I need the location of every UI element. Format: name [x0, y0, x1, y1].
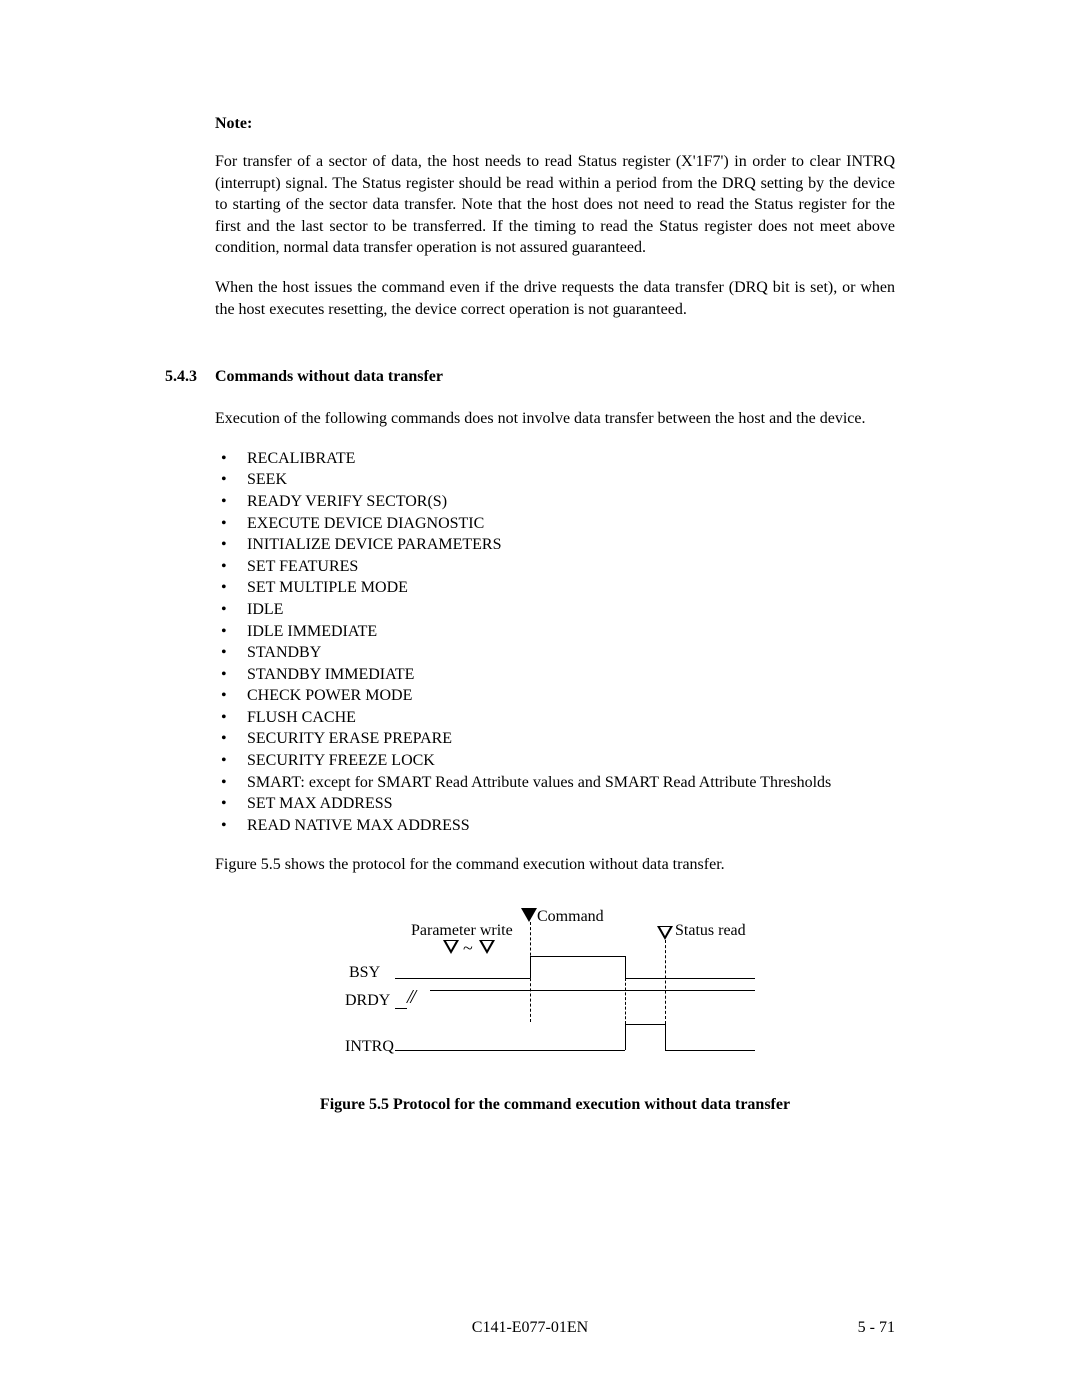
figure-caption: Figure 5.5 Protocol for the command exec… [215, 1096, 895, 1114]
dash-bsy-fall [625, 978, 626, 1024]
section-outro: Figure 5.5 shows the protocol for the co… [215, 854, 895, 876]
drdy-lead [395, 1008, 407, 1009]
list-item: FLUSH CACHE [215, 707, 895, 729]
dash-command [530, 922, 531, 1022]
list-item: INITIALIZE DEVICE PARAMETERS [215, 534, 895, 556]
label-intrq: INTRQ [345, 1038, 394, 1056]
section-number: 5.4.3 [165, 368, 215, 386]
list-item: CHECK POWER MODE [215, 685, 895, 707]
footer-page-number: 5 - 71 [858, 1319, 895, 1337]
bsy-high [530, 956, 625, 957]
section-intro: Execution of the following commands does… [215, 408, 895, 430]
note-paragraph-2: When the host issues the command even if… [215, 277, 895, 320]
list-item: READ NATIVE MAX ADDRESS [215, 815, 895, 837]
figure-area: Parameter write Command Status read ~ BS… [215, 908, 895, 1068]
note-heading: Note: [215, 115, 895, 133]
bsy-low2 [625, 978, 755, 979]
list-item: SECURITY ERASE PREPARE [215, 728, 895, 750]
bsy-fall [625, 956, 626, 978]
label-status-read: Status read [675, 922, 746, 940]
label-command: Command [537, 908, 604, 926]
command-list: RECALIBRATE SEEK READY VERIFY SECTOR(S) … [215, 448, 895, 837]
footer-doc-number: C141-E077-01EN [165, 1319, 895, 1337]
list-item: READY VERIFY SECTOR(S) [215, 491, 895, 513]
list-item: IDLE IMMEDIATE [215, 621, 895, 643]
label-parameter-write: Parameter write [411, 922, 513, 940]
triangle-param-right-icon [479, 940, 495, 954]
triangle-command-icon [521, 908, 537, 922]
list-item: SMART: except for SMART Read Attribute v… [215, 772, 895, 794]
list-item: EXECUTE DEVICE DIAGNOSTIC [215, 513, 895, 535]
section-heading: 5.4.3 Commands without data transfer [165, 368, 895, 386]
label-drdy: DRDY [345, 992, 390, 1010]
list-item: SET MULTIPLE MODE [215, 577, 895, 599]
intrq-rise [625, 1024, 626, 1050]
drdy-slashes-icon: // [407, 986, 414, 1009]
section-title: Commands without data transfer [215, 368, 443, 386]
drdy-high [430, 990, 755, 991]
list-item: SECURITY FREEZE LOCK [215, 750, 895, 772]
note-paragraph-1: For transfer of a sector of data, the ho… [215, 151, 895, 259]
bsy-line [395, 978, 530, 979]
list-item: IDLE [215, 599, 895, 621]
list-item: STANDBY [215, 642, 895, 664]
intrq-low1 [395, 1050, 625, 1051]
triangle-status-icon [657, 926, 673, 940]
intrq-low2 [665, 1050, 755, 1051]
list-item: SEEK [215, 469, 895, 491]
intrq-high [625, 1024, 665, 1025]
list-item: RECALIBRATE [215, 448, 895, 470]
label-bsy: BSY [349, 964, 380, 982]
list-item: SET MAX ADDRESS [215, 793, 895, 815]
tilde-icon: ~ [463, 938, 473, 959]
triangle-param-left-icon [443, 940, 459, 954]
intrq-fall [665, 1024, 666, 1050]
list-item: STANDBY IMMEDIATE [215, 664, 895, 686]
dash-status [665, 940, 666, 1024]
list-item: SET FEATURES [215, 556, 895, 578]
timing-diagram: Parameter write Command Status read ~ BS… [345, 908, 765, 1068]
footer: C141-E077-01EN 5 - 71 [165, 1319, 895, 1337]
